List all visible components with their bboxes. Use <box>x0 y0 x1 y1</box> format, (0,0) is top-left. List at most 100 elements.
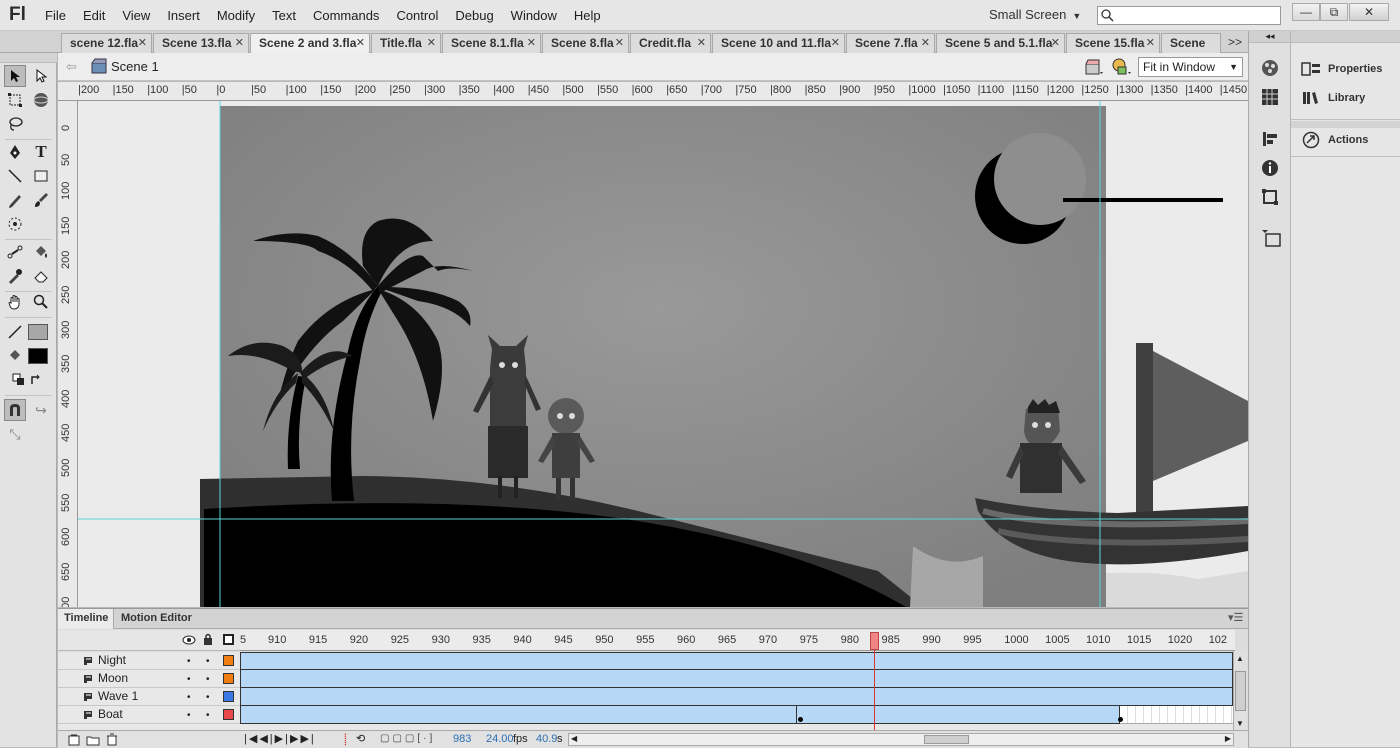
swatches-panel-icon[interactable] <box>1260 87 1280 107</box>
center-frame-icon[interactable]: ⸽ <box>344 732 347 747</box>
tab-scene-5-and-5-1[interactable]: Scene 5 and 5.1.fla ✕ <box>936 33 1065 53</box>
lock-icon[interactable] <box>203 633 213 645</box>
fps-value[interactable]: 24.00 <box>486 733 514 745</box>
step-forward-icon[interactable]: |▶ <box>285 733 300 745</box>
library-panel-button[interactable]: Library <box>1301 89 1365 107</box>
scroll-left-icon[interactable]: ◀ <box>571 734 577 743</box>
layer-row[interactable]: Wave 1 • • <box>58 688 240 706</box>
zoom-dropdown[interactable]: Fit in Window ▼ <box>1138 57 1243 77</box>
visibility-dot[interactable]: • <box>187 692 191 703</box>
fill-color-swatch[interactable] <box>28 348 48 364</box>
deco-tool-icon[interactable] <box>4 213 26 235</box>
pasteboard[interactable] <box>78 101 1248 607</box>
lock-dot[interactable]: • <box>206 656 210 667</box>
lock-dot[interactable]: • <box>206 692 210 703</box>
menu-insert[interactable]: Insert <box>167 8 200 23</box>
lock-dot[interactable]: • <box>206 710 210 721</box>
eraser-tool-icon[interactable] <box>30 265 52 287</box>
close-icon[interactable]: ✕ <box>615 34 624 52</box>
tab-scene-8[interactable]: Scene 8.fla ✕ <box>542 33 629 53</box>
straighten-icon[interactable]: ⤡ <box>4 423 26 445</box>
menu-debug[interactable]: Debug <box>455 8 493 23</box>
delete-icon[interactable] <box>106 733 118 746</box>
layer-color-swatch[interactable] <box>223 709 234 720</box>
frame-span[interactable] <box>240 706 1120 724</box>
elapsed-time-value[interactable]: 40.9 <box>536 733 557 745</box>
menu-help[interactable]: Help <box>574 8 601 23</box>
menu-file[interactable]: File <box>45 8 66 23</box>
lasso-tool-icon[interactable] <box>4 113 26 135</box>
free-transform-tool-icon[interactable] <box>4 89 26 111</box>
rectangle-tool-icon[interactable] <box>30 165 52 187</box>
align-panel-icon[interactable] <box>1260 129 1280 149</box>
close-icon[interactable]: ✕ <box>697 34 706 52</box>
frame-span[interactable] <box>240 670 1233 688</box>
workspace-switcher[interactable]: Small Screen ▼ <box>989 7 1081 22</box>
new-layer-icon[interactable] <box>68 734 80 746</box>
timeline-vertical-scrollbar[interactable]: ▲ ▼ <box>1233 651 1247 731</box>
help-search-input[interactable] <box>1097 6 1281 25</box>
panel-grip[interactable] <box>1291 31 1400 43</box>
stroke-color-icon[interactable] <box>4 321 26 343</box>
menu-control[interactable]: Control <box>396 8 438 23</box>
back-arrow-icon[interactable]: ⇦ <box>66 59 77 75</box>
minimize-button[interactable]: — <box>1292 3 1320 21</box>
panel-menu-icon[interactable]: ▾☰ <box>1228 611 1243 624</box>
paint-bucket-tool-icon[interactable] <box>30 241 52 263</box>
expand-panels-icon[interactable]: ◂◂ <box>1249 31 1291 43</box>
menu-window[interactable]: Window <box>511 8 557 23</box>
close-icon[interactable]: ✕ <box>427 34 436 52</box>
tab-credit[interactable]: Credit.fla ✕ <box>630 33 711 53</box>
first-frame-icon[interactable]: |◀ <box>244 733 259 745</box>
tab-timeline[interactable]: Timeline <box>58 609 114 629</box>
tab-scene-7[interactable]: Scene 7.fla ✕ <box>846 33 935 53</box>
keyframe-dot[interactable] <box>1118 717 1123 722</box>
smooth-icon[interactable]: ↪ <box>30 399 52 421</box>
color-panel-icon[interactable] <box>1260 58 1280 78</box>
panel-grip[interactable] <box>1291 121 1400 128</box>
menu-modify[interactable]: Modify <box>217 8 255 23</box>
tab-scene-8-1[interactable]: Scene 8.1.fla ✕ <box>442 33 541 53</box>
close-icon[interactable]: ✕ <box>527 34 536 52</box>
last-frame-icon[interactable]: ▶| <box>300 733 315 745</box>
stroke-color-swatch[interactable] <box>28 324 48 340</box>
info-icon[interactable] <box>1260 158 1280 178</box>
step-back-icon[interactable]: ◀| <box>259 733 274 745</box>
frame-span[interactable] <box>240 688 1233 706</box>
eye-icon[interactable] <box>182 635 196 645</box>
actions-panel-button[interactable]: Actions <box>1301 131 1368 149</box>
close-icon[interactable]: ✕ <box>356 34 365 52</box>
empty-frames[interactable] <box>1120 706 1233 724</box>
onion-skin-controls[interactable]: ▢▢▢[·] <box>380 733 435 744</box>
tab-scene-truncated[interactable]: Scene <box>1161 33 1221 53</box>
tab-motion-editor[interactable]: Motion Editor <box>115 609 198 629</box>
timeline-horizontal-scrollbar[interactable]: ◀ ▶ <box>568 733 1234 746</box>
visibility-dot[interactable]: • <box>187 674 191 685</box>
outline-icon[interactable] <box>223 634 234 645</box>
line-tool-icon[interactable] <box>4 165 26 187</box>
scroll-thumb[interactable] <box>1235 671 1246 711</box>
tab-scene-12[interactable]: scene 12.fla ✕ <box>61 33 152 53</box>
lock-dot[interactable]: • <box>206 674 210 685</box>
pencil-tool-icon[interactable] <box>4 189 26 211</box>
visibility-dot[interactable]: • <box>187 710 191 721</box>
pen-tool-icon[interactable] <box>4 141 26 163</box>
scroll-up-icon[interactable]: ▲ <box>1236 654 1244 663</box>
visibility-dot[interactable]: • <box>187 656 191 667</box>
layer-color-swatch[interactable] <box>223 691 234 702</box>
menu-edit[interactable]: Edit <box>83 8 105 23</box>
play-icon[interactable]: ▶ <box>275 733 285 745</box>
close-icon[interactable]: ✕ <box>921 34 930 52</box>
loop-icon[interactable]: ⟲ <box>356 732 365 745</box>
menu-commands[interactable]: Commands <box>313 8 379 23</box>
close-icon[interactable]: ✕ <box>235 34 244 52</box>
layer-row[interactable]: Boat • • <box>58 706 240 724</box>
layer-row[interactable]: Moon • • <box>58 670 240 688</box>
tab-scene-2-and-3[interactable]: Scene 2 and 3.fla ✕ <box>250 33 370 54</box>
restore-button[interactable]: ⧉ <box>1320 3 1348 21</box>
close-window-button[interactable]: ✕ <box>1349 3 1389 21</box>
layer-row[interactable]: Night • • <box>58 652 240 670</box>
layer-color-swatch[interactable] <box>223 655 234 666</box>
close-icon[interactable]: ✕ <box>831 34 840 52</box>
hand-tool-icon[interactable] <box>4 291 26 313</box>
